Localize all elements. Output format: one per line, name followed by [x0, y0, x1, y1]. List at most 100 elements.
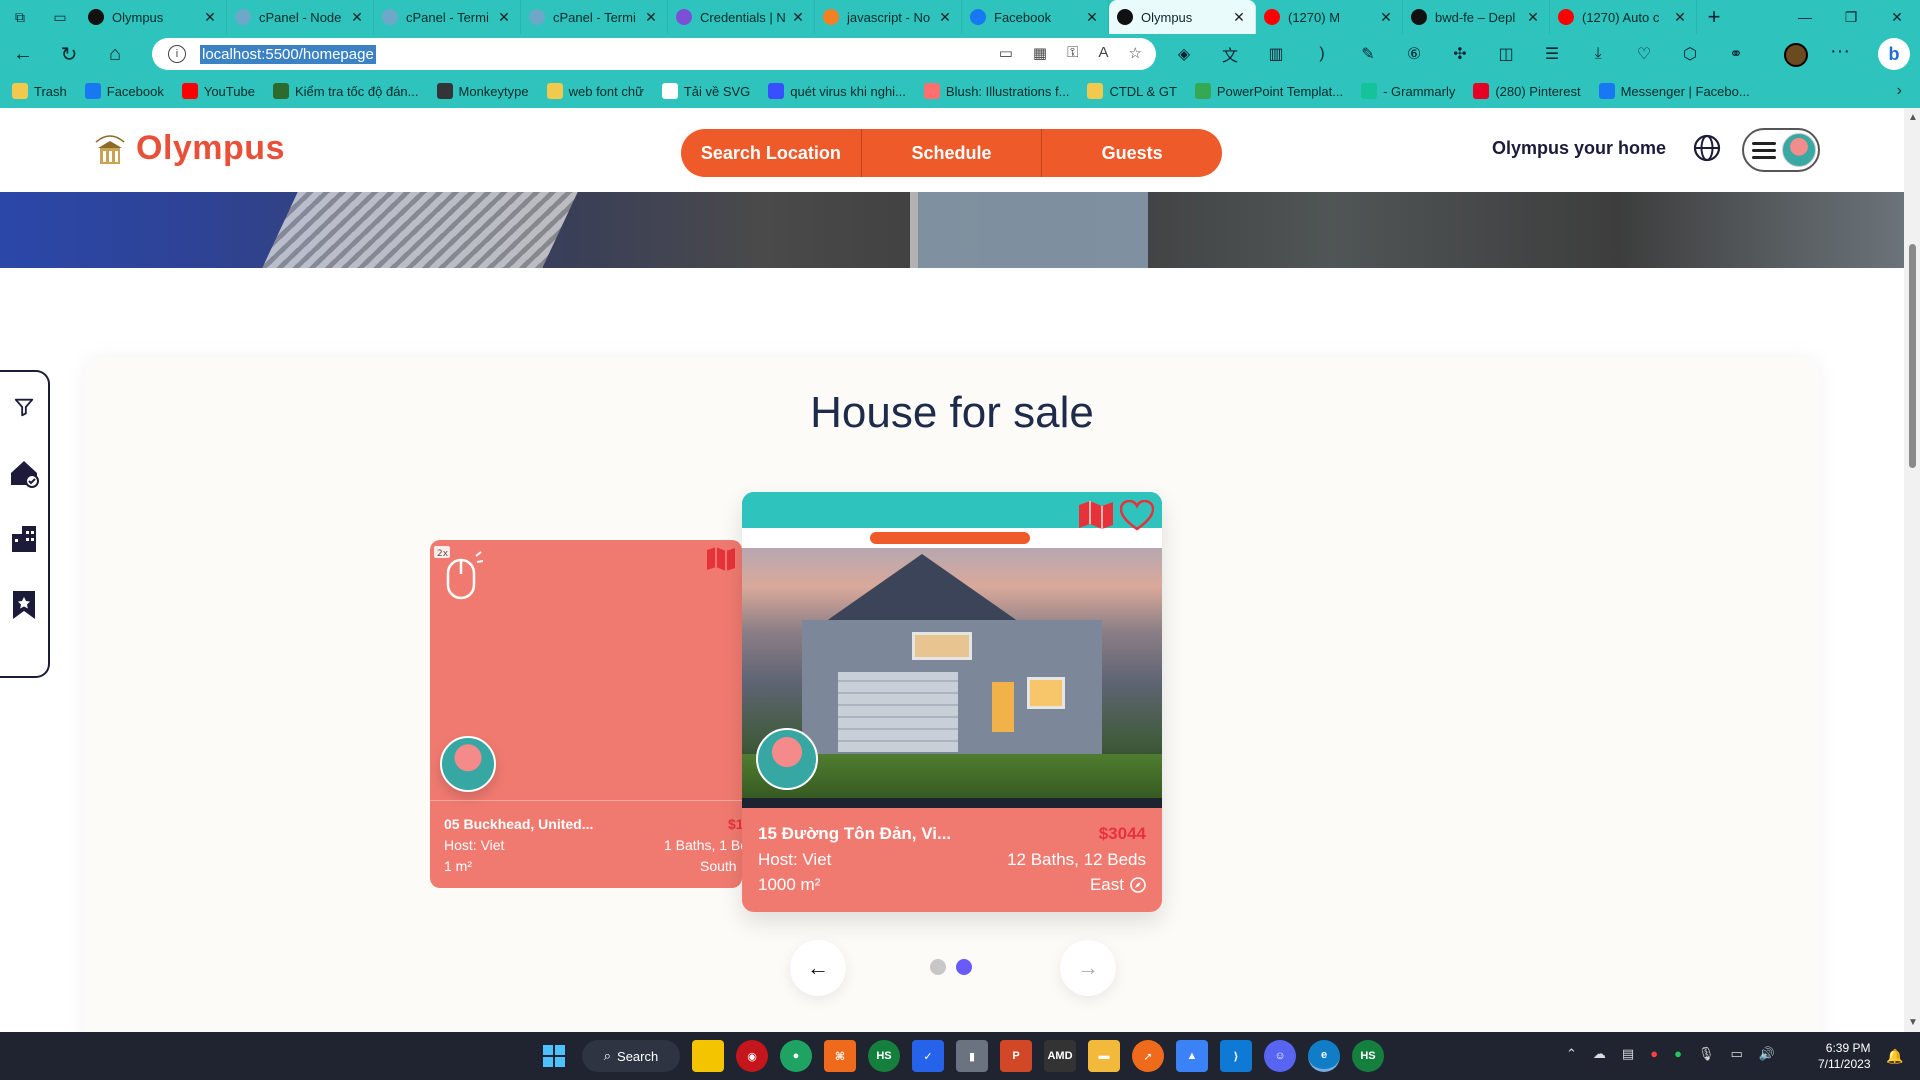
back-button[interactable]: ← — [0, 43, 46, 66]
minimize-button[interactable]: — — [1782, 9, 1828, 26]
system-clock[interactable]: 6:39 PM 7/11/2023 — [1818, 1040, 1871, 1072]
downloads-icon[interactable]: ⤓ — [1586, 42, 1610, 66]
site-logo[interactable]: Olympus — [92, 128, 285, 168]
browser-tab[interactable]: (1270) Auto c ✕ — [1550, 0, 1697, 34]
close-tab-icon[interactable]: ✕ — [1084, 9, 1100, 26]
restore-button[interactable]: ❐ — [1828, 9, 1874, 26]
scroll-up-icon[interactable]: ▲ — [1908, 112, 1918, 123]
bing-copilot-icon[interactable]: b — [1878, 38, 1910, 70]
discord-icon[interactable]: ☺ — [1264, 1040, 1296, 1072]
host-avatar[interactable] — [440, 736, 496, 792]
nav-guests[interactable]: Guests — [1042, 129, 1222, 177]
close-tab-icon[interactable]: ✕ — [1525, 9, 1541, 26]
close-tab-icon[interactable]: ✕ — [349, 9, 365, 26]
extension-bars-icon[interactable]: ▥ — [1264, 42, 1288, 66]
browser-tab[interactable]: javascript - No ✕ — [815, 0, 962, 34]
taskbar-search[interactable]: ⌕ Search — [582, 1040, 680, 1072]
performance-icon[interactable]: ♡ — [1632, 42, 1656, 66]
vscode-icon[interactable]: ⟩ — [1220, 1040, 1252, 1072]
amd-icon[interactable]: AMD — [1044, 1040, 1076, 1072]
key-icon[interactable]: ⚿ — [1067, 44, 1078, 62]
bookmarks-overflow-icon[interactable]: › — [1897, 82, 1902, 100]
page-scrollbar[interactable]: ▲ ▼ — [1904, 108, 1920, 1032]
share-icon[interactable]: ⚭ — [1724, 42, 1748, 66]
start-icon[interactable] — [538, 1040, 570, 1072]
bookmark-item[interactable]: Tải về SVG — [661, 83, 750, 99]
hs-app-icon[interactable]: HS — [868, 1040, 900, 1072]
close-tab-icon[interactable]: ✕ — [202, 9, 218, 26]
bookmark-item[interactable]: YouTube — [181, 83, 255, 99]
bookmark-item[interactable]: Kiểm tra tốc độ đán... — [272, 83, 419, 99]
extension-shield-icon[interactable]: ◈ — [1172, 42, 1196, 66]
app-red-icon[interactable]: ◉ — [736, 1040, 768, 1072]
home-button[interactable]: ⌂ — [92, 43, 138, 66]
file-explorer-icon[interactable]: ▬ — [1088, 1040, 1120, 1072]
tray-chevron-icon[interactable]: ⌃ — [1566, 1046, 1577, 1062]
extension-number-icon[interactable]: ⑥ — [1402, 42, 1426, 66]
settings-more-icon[interactable]: ··· — [1830, 40, 1850, 63]
tray-green-icon[interactable]: ● — [1674, 1046, 1682, 1062]
nav-search-location[interactable]: Search Location — [681, 129, 862, 177]
carousel-next-button[interactable]: → — [1060, 940, 1116, 996]
browser-tab[interactable]: cPanel - Node ✕ — [227, 0, 374, 34]
favorite-star-icon[interactable]: ☆ — [1129, 44, 1142, 62]
carousel-prev-button[interactable]: ← — [790, 940, 846, 996]
browser-tab[interactable]: Credentials | N ✕ — [668, 0, 815, 34]
close-tab-icon[interactable]: ✕ — [496, 9, 512, 26]
browser-tab[interactable]: bwd-fe – Depl ✕ — [1403, 0, 1550, 34]
extension-wave-icon[interactable]: ) — [1310, 42, 1334, 66]
microphone-icon[interactable]: 🎙 — [1698, 1046, 1715, 1062]
new-tab-button[interactable]: + — [1697, 4, 1731, 30]
building-icon[interactable] — [7, 522, 41, 556]
browser-tab[interactable]: Olympus ✕ — [80, 0, 227, 34]
tray-red-icon[interactable]: ● — [1650, 1046, 1658, 1062]
onedrive-icon[interactable]: ☁ — [1593, 1046, 1606, 1062]
bookmark-item[interactable]: web font chữ — [546, 83, 644, 99]
nav-schedule[interactable]: Schedule — [862, 129, 1043, 177]
workspaces-icon[interactable]: ⧉ — [0, 0, 40, 34]
tray-app-icon[interactable]: ▤ — [1622, 1046, 1634, 1062]
bookmark-item[interactable]: Facebook — [84, 83, 164, 99]
sticky-notes-icon[interactable] — [692, 1040, 724, 1072]
browser-tab[interactable]: cPanel - Termi ✕ — [374, 0, 521, 34]
heart-icon[interactable] — [1120, 500, 1154, 532]
read-aloud-icon[interactable]: A — [1099, 44, 1109, 62]
edge-icon[interactable]: e — [1308, 1040, 1340, 1072]
property-card-current[interactable]: 15 Đường Tôn Đản, Vi... Host: Viet 1000 … — [742, 492, 1162, 912]
home-check-icon[interactable] — [7, 456, 41, 490]
xampp-icon[interactable]: ⌘ — [824, 1040, 856, 1072]
scrollbar-thumb[interactable] — [1909, 244, 1916, 468]
browser-tab[interactable]: cPanel - Termi ✕ — [521, 0, 668, 34]
property-card-previous[interactable]: 2x 05 Buckhead, United... Host: Viet 1 m… — [430, 540, 742, 888]
translate-icon[interactable]: 文 — [1218, 42, 1242, 66]
todo-icon[interactable]: ✓ — [912, 1040, 944, 1072]
browser-tab[interactable]: (1270) M ✕ — [1256, 0, 1403, 34]
photos-icon[interactable]: ▲ — [1176, 1040, 1208, 1072]
map-icon[interactable] — [706, 546, 736, 572]
browser-essentials-icon[interactable]: ⬡ — [1678, 42, 1702, 66]
app-available-icon[interactable]: ▭ — [999, 44, 1013, 62]
close-tab-icon[interactable]: ✕ — [1378, 9, 1394, 26]
url-text[interactable]: localhost:5500/homepage — [200, 44, 376, 64]
qr-code-icon[interactable]: ▦ — [1033, 44, 1047, 62]
hs-app-icon-2[interactable]: HS — [1352, 1040, 1384, 1072]
close-tab-icon[interactable]: ✕ — [1672, 9, 1688, 26]
split-screen-icon[interactable]: ◫ — [1494, 42, 1518, 66]
site-info-icon[interactable]: i — [168, 45, 186, 63]
user-menu-button[interactable] — [1742, 128, 1820, 172]
bookmark-icon[interactable] — [7, 588, 41, 622]
bookmark-item[interactable]: quét virus khi nghi... — [768, 83, 906, 99]
scroll-down-icon[interactable]: ▼ — [1908, 1017, 1918, 1028]
bookmark-item[interactable]: Trash — [12, 83, 67, 99]
bookmark-item[interactable]: CTDL & GT — [1087, 83, 1177, 99]
close-window-button[interactable]: ✕ — [1874, 9, 1920, 26]
network-icon[interactable]: ▭ — [1730, 1046, 1742, 1062]
close-tab-icon[interactable]: ✕ — [790, 9, 806, 26]
host-avatar[interactable] — [756, 728, 818, 790]
map-icon[interactable] — [1078, 500, 1114, 530]
url-input[interactable]: i localhost:5500/homepage ▭ ▦ ⚿ A ☆ — [152, 38, 1156, 70]
globe-icon[interactable] — [1692, 133, 1722, 163]
volume-icon[interactable]: 🔊 — [1759, 1046, 1775, 1062]
usb-icon[interactable]: ▮ — [956, 1040, 988, 1072]
bookmark-item[interactable]: Blush: Illustrations f... — [923, 83, 1069, 99]
